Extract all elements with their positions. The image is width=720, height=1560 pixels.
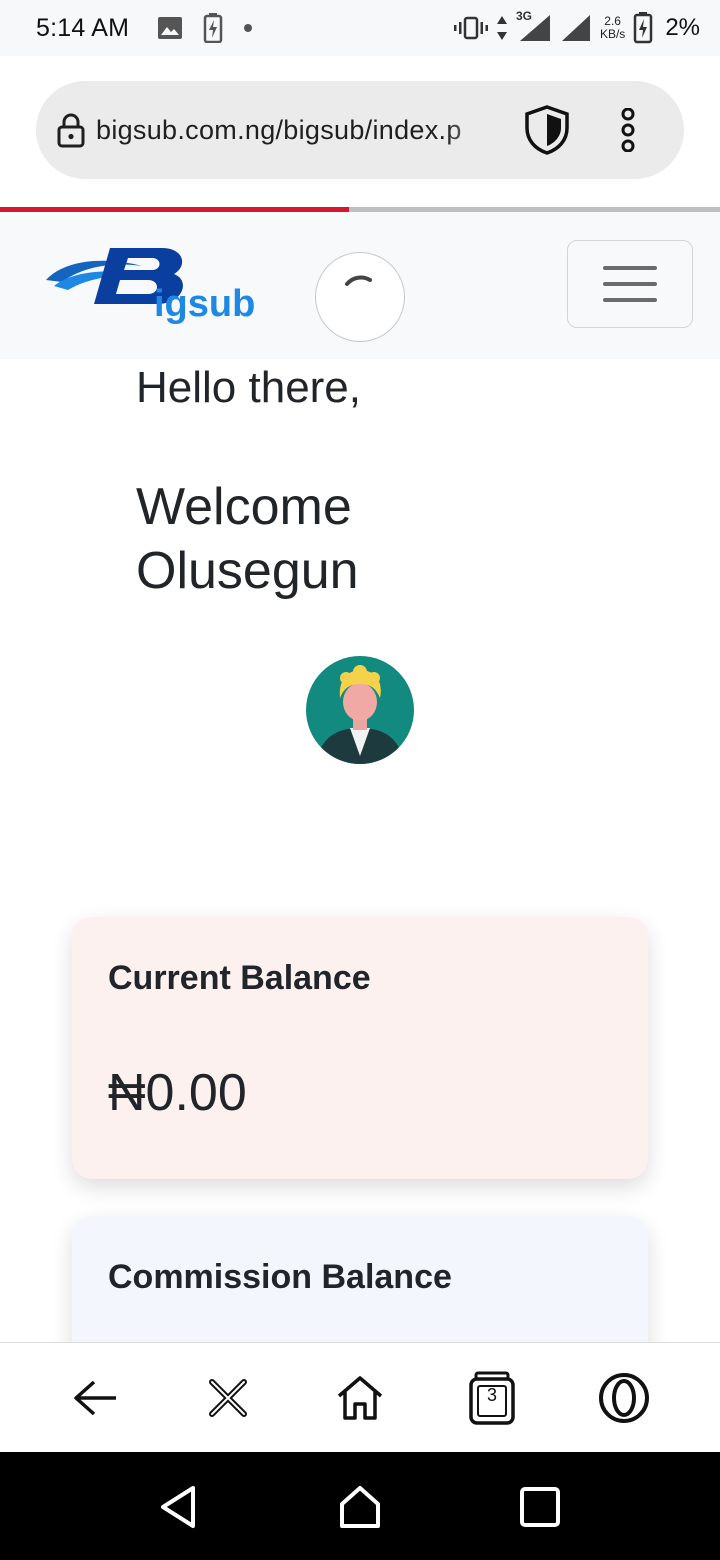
home-button[interactable] <box>330 1368 390 1428</box>
signal-strength-icon-2 <box>561 15 590 41</box>
user-name: Olusegun <box>136 542 359 600</box>
commission-balance-title: Commission Balance <box>108 1258 452 1296</box>
hamburger-line <box>603 298 657 302</box>
welcome-heading: Welcome Olusegun <box>136 475 476 603</box>
spinner-icon <box>345 275 372 286</box>
close-icon <box>209 1378 247 1417</box>
dot-notification-icon <box>244 24 253 32</box>
nav-back-icon[interactable] <box>155 1482 205 1532</box>
close-page-button[interactable] <box>198 1368 258 1428</box>
site-navbar: igsub <box>0 212 720 359</box>
greeting-text: Hello there, <box>136 363 362 412</box>
navbar-toggle-button[interactable] <box>567 240 693 328</box>
signal-strength-icon <box>519 15 550 41</box>
android-navigation-bar <box>0 1452 720 1560</box>
opera-icon <box>599 1372 649 1423</box>
tabs-button[interactable]: 3 <box>462 1368 522 1428</box>
welcome-line: Welcome <box>136 478 352 536</box>
battery-charging-icon <box>634 12 653 44</box>
nav-home-icon[interactable] <box>335 1482 385 1532</box>
shield-icon[interactable] <box>522 104 572 156</box>
network-speed: 2.6 KB/s <box>599 14 626 41</box>
signal-3g: 3G <box>516 9 552 43</box>
home-icon <box>337 1375 383 1420</box>
status-bar: 5:14 AM 3G 2.6 KB/s 2% <box>0 0 720 56</box>
gallery-notification-icon <box>158 17 183 39</box>
battery-charging-notification-icon <box>203 13 223 43</box>
tab-count: 3 <box>486 1384 497 1405</box>
mobile-data-arrows-icon <box>496 16 507 40</box>
vibrate-icon <box>453 16 488 40</box>
current-balance-title: Current Balance <box>108 959 371 997</box>
browser-bottom-toolbar: 3 <box>0 1342 720 1452</box>
browser-address-area: bigsub.com.ng/bigsub/index.p <box>0 56 720 206</box>
back-button[interactable] <box>66 1368 126 1428</box>
battery-percentage: 2% <box>665 14 700 41</box>
address-bar[interactable]: bigsub.com.ng/bigsub/index.p <box>36 81 684 179</box>
current-balance-card: Current Balance ₦0.00 <box>72 917 648 1179</box>
nav-recents-icon[interactable] <box>515 1482 565 1532</box>
user-avatar[interactable] <box>306 656 414 764</box>
more-vert-icon[interactable] <box>618 108 638 152</box>
bigsub-logo-mark: igsub <box>46 248 255 325</box>
hamburger-line <box>603 266 657 270</box>
bigsub-logo[interactable]: igsub <box>44 242 268 328</box>
lock-icon <box>57 113 85 148</box>
current-balance-value: ₦0.00 <box>108 1064 247 1122</box>
loading-spinner <box>315 252 405 342</box>
url-text[interactable]: bigsub.com.ng/bigsub/index.p <box>96 115 506 146</box>
back-arrow-icon <box>74 1380 116 1415</box>
hamburger-line <box>603 282 657 286</box>
logo-text: igsub <box>154 283 255 325</box>
opera-menu-button[interactable] <box>594 1368 654 1428</box>
status-time: 5:14 AM <box>36 13 130 42</box>
